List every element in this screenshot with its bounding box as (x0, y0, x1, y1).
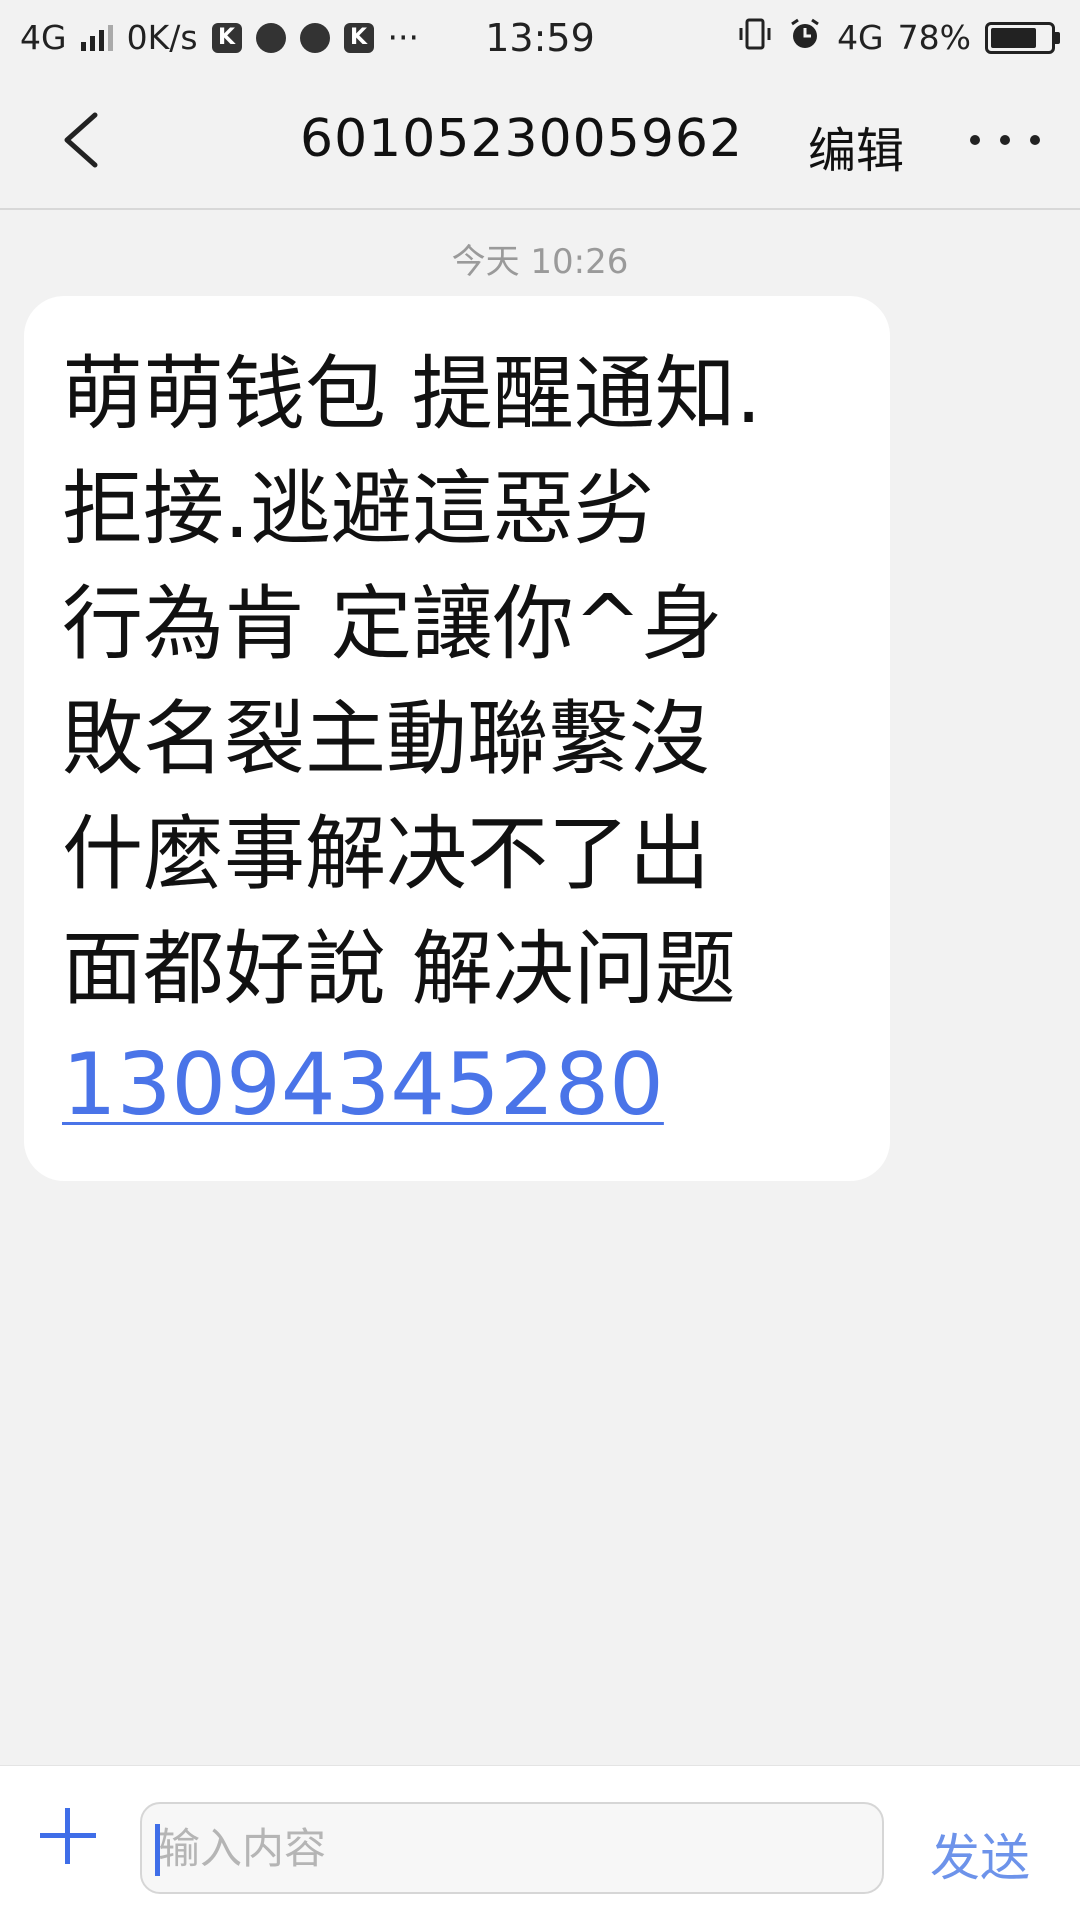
message-input[interactable] (140, 1802, 884, 1894)
signal-icon (80, 24, 113, 51)
message-bubble[interactable]: 萌萌钱包 提醒通知. 拒接.逃避這惡劣 行為肯 定讓你^身 敗名裂主動聯繫沒 什… (24, 296, 890, 1181)
browser-icon (255, 22, 286, 53)
network-speed: 0K/s (126, 18, 198, 57)
status-bar: 4G 0K/s K K ··· 13:59 4G 78% (0, 0, 1080, 75)
app-k-icon: K (211, 22, 242, 53)
more-options-button[interactable] (970, 115, 1040, 165)
edit-button[interactable]: 编辑 (808, 111, 904, 181)
check-circle-icon (299, 22, 330, 53)
text-caret (155, 1824, 160, 1876)
message-line: 萌萌钱包 提醒通知. (62, 348, 762, 442)
more-dots-icon (970, 135, 980, 145)
battery-percent: 78% (897, 18, 971, 57)
message-line: 行為肯 定讓你^身 (62, 578, 723, 672)
status-right: 4G 78% (737, 16, 1060, 60)
battery-icon (985, 21, 1060, 54)
sender-number: 6010523005962 (300, 109, 744, 169)
add-attachment-button[interactable] (38, 1806, 98, 1866)
network-right-label: 4G (837, 18, 884, 57)
message-line: 什麼事解决不了出 (62, 808, 711, 902)
phone-number-link[interactable]: 13094345280 (62, 1028, 664, 1143)
message-composer: 发送 (0, 1765, 1080, 1920)
chevron-left-icon (64, 112, 98, 168)
network-label: 4G (20, 18, 67, 57)
status-left: 4G 0K/s K K ··· (20, 18, 419, 57)
back-button[interactable] (40, 100, 120, 180)
overflow-notifications: ··· (387, 18, 420, 57)
vibrate-icon (737, 16, 773, 60)
message-body: 萌萌钱包 提醒通知. 拒接.逃避這惡劣 行為肯 定讓你^身 敗名裂主動聯繫沒 什… (62, 338, 852, 1028)
message-line: 拒接.逃避這惡劣 (62, 463, 655, 557)
app-k2-icon: K (343, 22, 374, 53)
alarm-icon (787, 16, 823, 60)
message-line: 面都好說 解决问题 (62, 923, 736, 1017)
conversation-header: 6010523005962 编辑 (0, 75, 1080, 210)
message-line: 敗名裂主動聯繫沒 (62, 693, 711, 787)
message-timestamp: 今天 10:26 (451, 242, 629, 282)
send-button[interactable]: 发送 (930, 1818, 1030, 1890)
